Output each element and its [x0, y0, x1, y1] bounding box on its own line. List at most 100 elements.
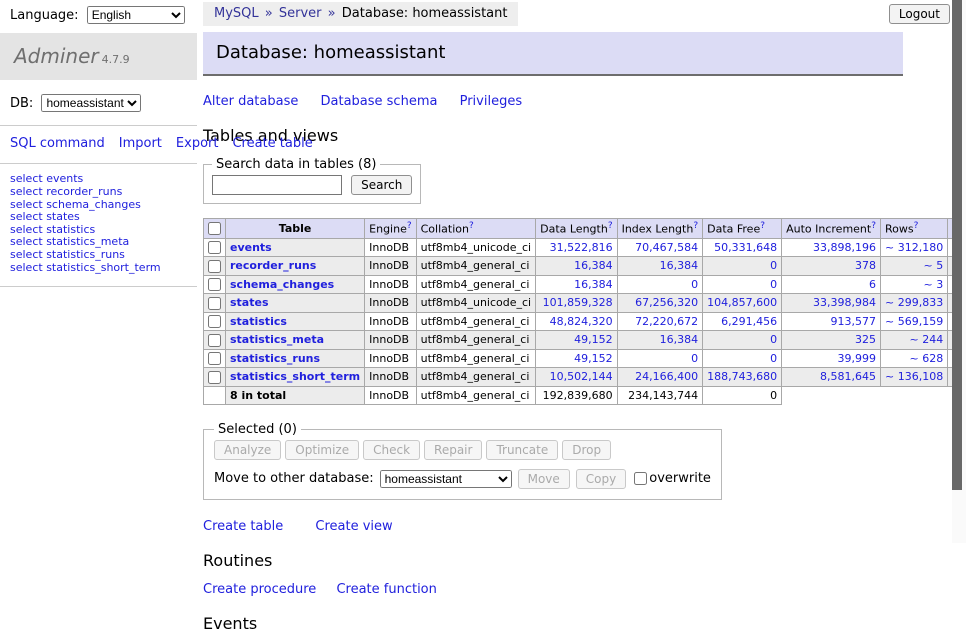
select-link-schema-changes[interactable]: select	[10, 198, 43, 211]
auto-increment-link[interactable]: 325	[855, 333, 876, 346]
table-name-link-statistics-runs[interactable]: statistics_runs	[230, 352, 320, 365]
row-checkbox-statistics[interactable]	[208, 315, 221, 328]
privileges-link[interactable]: Privileges	[460, 94, 523, 109]
auto-increment-link[interactable]: 8,581,645	[820, 370, 876, 383]
help-link-collation[interactable]: ?	[469, 221, 474, 231]
sidebar-table-link-states[interactable]: states	[46, 210, 80, 223]
data-length-link[interactable]: 101,859,328	[543, 296, 613, 309]
select-link-statistics-meta[interactable]: select	[10, 235, 43, 248]
data-length-link[interactable]: 49,152	[574, 352, 613, 365]
help-link-rows[interactable]: ?	[914, 221, 919, 231]
rows-count-link[interactable]: ~ 569,159	[885, 315, 943, 328]
search-button[interactable]: Search	[351, 175, 412, 195]
sidebar-table-link-recorder-runs[interactable]: recorder_runs	[46, 185, 122, 198]
logout-button[interactable]: Logout	[889, 4, 950, 24]
row-checkbox-statistics-short-term[interactable]	[208, 371, 221, 384]
row-checkbox-statistics-runs[interactable]	[208, 352, 221, 365]
help-link-index-length[interactable]: ?	[693, 221, 698, 231]
rows-count-link[interactable]: ~ 5	[923, 259, 943, 272]
move-database-select[interactable]: homeassistant	[380, 470, 512, 488]
select-all-checkbox[interactable]	[208, 222, 221, 235]
data-length-link[interactable]: 16,384	[574, 259, 613, 272]
sidebar-table-link-statistics[interactable]: statistics	[46, 223, 95, 236]
table-name-link-states[interactable]: states	[230, 296, 269, 309]
index-length-link[interactable]: 0	[691, 278, 698, 291]
database-schema-link[interactable]: Database schema	[321, 94, 438, 109]
select-link-statistics-short-term[interactable]: select	[10, 261, 43, 274]
data-free-link[interactable]: 0	[770, 278, 777, 291]
index-length-link[interactable]: 67,256,320	[635, 296, 698, 309]
sidebar-link-export[interactable]: Export	[176, 136, 219, 151]
data-free-link[interactable]: 0	[770, 352, 777, 365]
table-name-link-events[interactable]: events	[230, 241, 272, 254]
create-table-link[interactable]: Create table	[203, 519, 283, 534]
table-name-link-statistics-short-term[interactable]: statistics_short_term	[230, 370, 360, 383]
select-link-states[interactable]: select	[10, 210, 43, 223]
table-name-link-statistics-meta[interactable]: statistics_meta	[230, 333, 324, 346]
table-name-link-schema-changes[interactable]: schema_changes	[230, 278, 334, 291]
data-free-link[interactable]: 6,291,456	[721, 315, 777, 328]
data-length-link[interactable]: 48,824,320	[550, 315, 613, 328]
db-select[interactable]: homeassistant	[41, 94, 141, 112]
data-free-link[interactable]: 0	[770, 333, 777, 346]
select-link-statistics-runs[interactable]: select	[10, 248, 43, 261]
auto-increment-link[interactable]: 39,999	[838, 352, 877, 365]
rows-count-link[interactable]: ~ 312,180	[885, 241, 943, 254]
table-name-link-recorder-runs[interactable]: recorder_runs	[230, 259, 316, 272]
data-free-link[interactable]: 188,743,680	[707, 370, 777, 383]
data-length-link[interactable]: 49,152	[574, 333, 613, 346]
scrollbar-track[interactable]	[952, 0, 966, 543]
select-link-statistics[interactable]: select	[10, 223, 43, 236]
auto-increment-link[interactable]: 6	[869, 278, 876, 291]
language-select[interactable]: English	[87, 6, 185, 24]
create-function-link[interactable]: Create function	[336, 582, 436, 597]
rows-count-link[interactable]: ~ 299,833	[885, 296, 943, 309]
sidebar-link-create-table[interactable]: Create table	[232, 136, 312, 151]
sidebar-table-link-statistics-short-term[interactable]: statistics_short_term	[46, 261, 160, 274]
rows-count-link[interactable]: ~ 3	[923, 278, 943, 291]
row-checkbox-statistics-meta[interactable]	[208, 334, 221, 347]
data-free-link[interactable]: 0	[770, 259, 777, 272]
index-length-link[interactable]: 0	[691, 352, 698, 365]
index-length-link[interactable]: 72,220,672	[635, 315, 698, 328]
help-link-engine[interactable]: ?	[407, 221, 412, 231]
row-checkbox-schema-changes[interactable]	[208, 278, 221, 291]
row-checkbox-events[interactable]	[208, 241, 221, 254]
row-checkbox-states[interactable]	[208, 297, 221, 310]
select-link-events[interactable]: select	[10, 172, 43, 185]
scrollbar-thumb[interactable]	[952, 0, 962, 490]
row-checkbox-recorder-runs[interactable]	[208, 260, 221, 273]
breadcrumb-link-server[interactable]: Server	[279, 6, 322, 21]
sidebar-link-sql-command[interactable]: SQL command	[10, 136, 105, 151]
index-length-link[interactable]: 24,166,400	[635, 370, 698, 383]
auto-increment-link[interactable]: 378	[855, 259, 876, 272]
sidebar-table-link-events[interactable]: events	[46, 172, 83, 185]
data-length-link[interactable]: 31,522,816	[550, 241, 613, 254]
sidebar-table-link-statistics-runs[interactable]: statistics_runs	[46, 248, 125, 261]
auto-increment-link[interactable]: 33,898,196	[813, 241, 876, 254]
help-link-data-free[interactable]: ?	[760, 221, 765, 231]
help-link-auto-increment[interactable]: ?	[871, 221, 876, 231]
data-length-link[interactable]: 10,502,144	[550, 370, 613, 383]
rows-count-link[interactable]: ~ 628	[909, 352, 943, 365]
index-length-link[interactable]: 16,384	[660, 333, 699, 346]
alter-database-link[interactable]: Alter database	[203, 94, 298, 109]
sidebar-table-link-statistics-meta[interactable]: statistics_meta	[46, 235, 129, 248]
data-free-link[interactable]: 104,857,600	[707, 296, 777, 309]
index-length-link[interactable]: 70,467,584	[635, 241, 698, 254]
breadcrumb-link-mysql[interactable]: MySQL	[214, 6, 259, 21]
select-link-recorder-runs[interactable]: select	[10, 185, 43, 198]
create-procedure-link[interactable]: Create procedure	[203, 582, 316, 597]
help-link-data-length[interactable]: ?	[608, 221, 613, 231]
rows-count-link[interactable]: ~ 244	[909, 333, 943, 346]
sidebar-table-link-schema-changes[interactable]: schema_changes	[46, 198, 141, 211]
auto-increment-link[interactable]: 33,398,984	[813, 296, 876, 309]
overwrite-checkbox[interactable]	[634, 472, 647, 485]
table-name-link-statistics[interactable]: statistics	[230, 315, 287, 328]
create-view-link[interactable]: Create view	[315, 519, 392, 534]
data-free-link[interactable]: 50,331,648	[714, 241, 777, 254]
auto-increment-link[interactable]: 913,577	[831, 315, 877, 328]
sidebar-link-import[interactable]: Import	[119, 136, 162, 151]
search-input[interactable]	[212, 175, 342, 195]
rows-count-link[interactable]: ~ 136,108	[885, 370, 943, 383]
